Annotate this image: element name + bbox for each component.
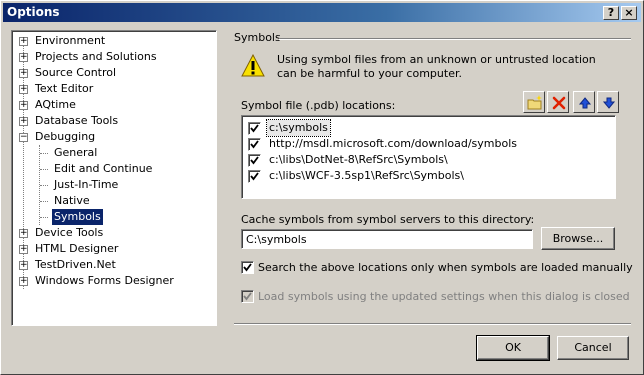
tree-item-label: Native [54, 194, 90, 207]
section-divider [279, 38, 631, 40]
locations-label: Symbol file (.pdb) locations: [241, 99, 396, 112]
list-item[interactable]: c:\libs\DotNet-8\RefSrc\Symbols\ [248, 152, 450, 168]
move-up-icon [578, 97, 592, 109]
checkmark-icon [243, 291, 252, 300]
tree-item-label: Symbols [52, 209, 103, 225]
expand-icon[interactable]: + [19, 229, 28, 238]
browse-button[interactable]: Browse... [541, 227, 615, 250]
new-folder-button[interactable] [523, 91, 545, 113]
location-checkbox[interactable] [248, 121, 261, 135]
tree-item-label: Edit and Continue [54, 162, 153, 175]
location-path: c:\libs\WCF-3.5sp1\RefSrc\Symbols\ [269, 169, 464, 182]
options-dialog: Options ? × + Environment + Projects and… [0, 0, 644, 375]
checkmark-icon [243, 262, 252, 271]
tree-connector [40, 217, 48, 218]
section-title: Symbols [234, 31, 281, 44]
expand-icon[interactable]: + [19, 85, 28, 94]
location-path: c:\symbols [266, 119, 331, 137]
symbol-locations-list[interactable]: c:\symbols http://msdl.microsoft.com/dow… [241, 115, 616, 199]
location-path: c:\libs\DotNet-8\RefSrc\Symbols\ [269, 153, 448, 166]
tree-item-label: HTML Designer [35, 242, 119, 255]
checkmark-icon [250, 171, 259, 180]
updated-settings-label: Load symbols using the updated settings … [258, 289, 630, 303]
window-title: Options [7, 5, 60, 19]
expand-icon[interactable]: + [19, 53, 28, 62]
manual-load-label: Search the above locations only when sym… [258, 260, 633, 274]
delete-location-button[interactable] [547, 91, 569, 113]
cache-directory-input[interactable] [241, 229, 533, 249]
expand-icon[interactable]: + [19, 101, 28, 110]
move-down-icon [602, 97, 616, 109]
option-manual-load[interactable]: Search the above locations only when sym… [241, 260, 633, 274]
options-tree[interactable]: + Environment + Projects and Solutions +… [11, 30, 217, 326]
tree-item-label: AQtime [35, 98, 76, 111]
warning-icon [241, 53, 265, 81]
tree-item-label: Just-In-Time [54, 178, 119, 191]
location-checkbox[interactable] [248, 169, 261, 183]
expand-icon[interactable]: + [19, 117, 28, 126]
checkmark-icon [250, 123, 259, 132]
tree-connector [40, 201, 48, 202]
tree-item-label: TestDriven.Net [35, 258, 116, 271]
tree-item-label: Database Tools [35, 114, 119, 127]
checkmark-icon [250, 139, 259, 148]
list-item[interactable]: c:\libs\WCF-3.5sp1\RefSrc\Symbols\ [248, 168, 466, 184]
expand-icon[interactable]: + [19, 37, 28, 46]
expand-icon[interactable]: + [19, 245, 28, 254]
location-checkbox[interactable] [248, 137, 261, 151]
expand-icon[interactable]: + [19, 277, 28, 286]
tree-item-label: Windows Forms Designer [35, 274, 174, 287]
new-folder-icon [527, 95, 542, 110]
manual-load-checkbox[interactable] [241, 260, 254, 274]
cancel-button[interactable]: Cancel [557, 336, 629, 360]
tree-item-label: Projects and Solutions [35, 50, 157, 63]
collapse-icon[interactable]: − [19, 133, 28, 142]
updated-settings-checkbox [241, 289, 254, 303]
delete-icon [552, 96, 566, 110]
move-up-button[interactable] [573, 91, 595, 113]
help-button[interactable]: ? [603, 6, 619, 20]
list-item[interactable]: c:\symbols [248, 119, 331, 137]
title-bar[interactable]: Options ? × [3, 3, 641, 22]
tree-connector [40, 153, 48, 154]
expand-icon[interactable]: + [19, 261, 28, 270]
tree-item-label: Source Control [35, 66, 117, 79]
location-path: http://msdl.microsoft.com/download/symbo… [269, 137, 518, 150]
tree-connector [40, 185, 48, 186]
tree-item-label: Device Tools [35, 226, 104, 239]
location-checkbox[interactable] [248, 153, 261, 167]
cache-label: Cache symbols from symbol servers to thi… [241, 213, 535, 226]
move-down-button[interactable] [597, 91, 619, 113]
bottom-divider [234, 323, 631, 325]
warning-message: Using symbol files from an unknown or un… [277, 53, 596, 80]
ok-button[interactable]: OK [476, 335, 550, 361]
option-updated-settings: Load symbols using the updated settings … [241, 289, 630, 303]
tree-connector [40, 169, 48, 170]
tree-item-label: Debugging [35, 130, 96, 143]
tree-item-label: Text Editor [35, 82, 94, 95]
expand-icon[interactable]: + [19, 69, 28, 78]
tree-item-label: General [54, 146, 98, 159]
checkmark-icon [250, 155, 259, 164]
tree-item-label: Environment [35, 34, 106, 47]
close-button[interactable]: × [621, 6, 637, 20]
list-item[interactable]: http://msdl.microsoft.com/download/symbo… [248, 136, 519, 152]
